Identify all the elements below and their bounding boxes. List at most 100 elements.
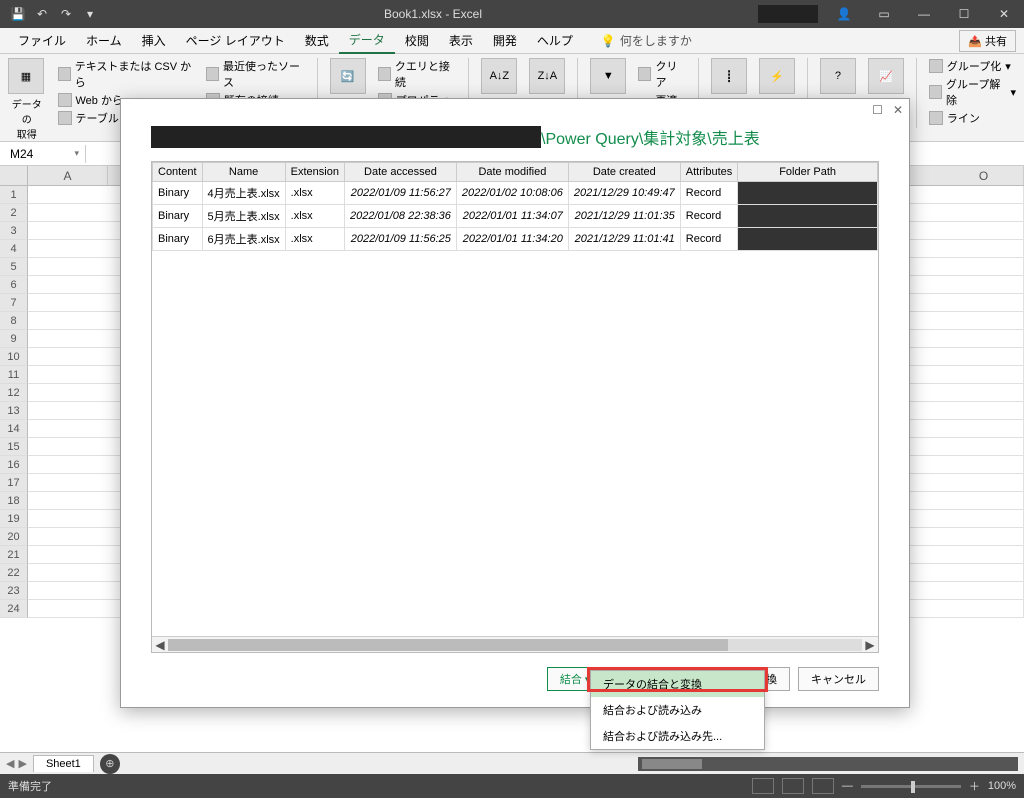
tab-data[interactable]: データ (339, 27, 395, 54)
table-header[interactable]: Extension (285, 163, 344, 182)
table-header[interactable]: Date modified (456, 163, 568, 182)
ungroup-rows[interactable]: グループ解除 ▾ (929, 76, 1016, 108)
row-header[interactable]: 7 (0, 294, 28, 312)
table-cell: 2022/01/02 10:08:06 (456, 182, 568, 205)
redacted-folder-path (738, 205, 878, 228)
row-header[interactable]: 20 (0, 528, 28, 546)
row-header[interactable]: 11 (0, 366, 28, 384)
sort-custom-icon[interactable]: Z↓A (529, 58, 565, 94)
view-layout-icon[interactable] (782, 778, 804, 794)
row-header[interactable]: 23 (0, 582, 28, 600)
redo-icon[interactable]: ↷ (56, 7, 76, 21)
what-if-icon[interactable]: ? (820, 58, 856, 94)
sort-asc-icon[interactable]: A↓Z (481, 58, 517, 94)
view-normal-icon[interactable] (752, 778, 774, 794)
name-box[interactable]: M24▾ (4, 145, 86, 163)
col-header-a[interactable]: A (28, 166, 108, 185)
row-header[interactable]: 15 (0, 438, 28, 456)
menu-combine-load-to[interactable]: 結合および読み込み先... (591, 723, 764, 749)
sheet-tab-1[interactable]: Sheet1 (33, 755, 94, 772)
row-header[interactable]: 13 (0, 402, 28, 420)
table-header[interactable]: Name (202, 163, 285, 182)
row-header[interactable]: 18 (0, 492, 28, 510)
tab-help[interactable]: ヘルプ (527, 28, 583, 53)
sheet-nav-prev[interactable]: ◀ (6, 757, 14, 770)
table-header[interactable]: Date accessed (344, 163, 456, 182)
group-rows[interactable]: グループ化 ▾ (929, 58, 1016, 74)
table-cell: .xlsx (285, 228, 344, 251)
close-icon[interactable]: ✕ (984, 0, 1024, 28)
refresh-all-icon[interactable]: 🔄 (330, 58, 366, 94)
scroll-right-icon[interactable]: ▶ (862, 638, 878, 652)
maximize-icon[interactable]: ☐ (944, 0, 984, 28)
row-header[interactable]: 17 (0, 474, 28, 492)
tab-file[interactable]: ファイル (8, 28, 76, 53)
zoom-in-icon[interactable]: ＋ (969, 778, 980, 794)
view-break-icon[interactable] (812, 778, 834, 794)
flash-fill-icon[interactable]: ⚡ (759, 58, 795, 94)
tab-layout[interactable]: ページ レイアウト (176, 28, 295, 53)
dialog-horizontal-scrollbar[interactable]: ◀ ▶ (152, 636, 878, 652)
text-to-columns-icon[interactable]: ┋ (711, 58, 747, 94)
menu-combine-load[interactable]: 結合および読み込み (591, 697, 764, 723)
cancel-button[interactable]: キャンセル (798, 667, 879, 691)
tab-dev[interactable]: 開発 (483, 28, 527, 53)
clear-filter[interactable]: クリア (638, 58, 686, 90)
table-row[interactable]: Binary6月売上表.xlsx.xlsx2022/01/09 11:56:25… (153, 228, 878, 251)
tab-formula[interactable]: 数式 (295, 28, 339, 53)
table-header[interactable]: Attributes (680, 163, 737, 182)
row-header[interactable]: 12 (0, 384, 28, 402)
share-button[interactable]: 📤 共有 (959, 30, 1016, 52)
account-icon[interactable]: 👤 (824, 0, 864, 28)
row-header[interactable]: 2 (0, 204, 28, 222)
row-header[interactable]: 19 (0, 510, 28, 528)
queries-connections[interactable]: クエリと接続 (378, 58, 457, 90)
row-header[interactable]: 6 (0, 276, 28, 294)
row-header[interactable]: 9 (0, 330, 28, 348)
row-header[interactable]: 14 (0, 420, 28, 438)
table-row[interactable]: Binary5月売上表.xlsx.xlsx2022/01/08 22:38:36… (153, 205, 878, 228)
tab-insert[interactable]: 挿入 (132, 28, 176, 53)
recent-sources[interactable]: 最近使ったソース (206, 58, 305, 90)
ribbon-display-icon[interactable]: ▭ (864, 0, 904, 28)
tab-review[interactable]: 校閲 (395, 28, 439, 53)
dialog-preview-table: ContentNameExtensionDate accessedDate mo… (151, 161, 879, 653)
sheet-nav-next[interactable]: ▶ (18, 757, 26, 770)
row-header[interactable]: 5 (0, 258, 28, 276)
tab-home[interactable]: ホーム (76, 28, 132, 53)
table-header[interactable]: Folder Path (738, 163, 878, 182)
tell-me[interactable]: 💡 何をしますか (601, 32, 692, 49)
menu-combine-transform[interactable]: データの結合と変換 (591, 671, 764, 697)
row-header[interactable]: 16 (0, 456, 28, 474)
subtotal[interactable]: ライン (929, 110, 1016, 126)
forecast-icon[interactable]: 📈 (868, 58, 904, 94)
table-row[interactable]: Binary4月売上表.xlsx.xlsx2022/01/09 11:56:27… (153, 182, 878, 205)
row-header[interactable]: 24 (0, 600, 28, 618)
row-header[interactable]: 21 (0, 546, 28, 564)
dialog-maximize-icon[interactable]: ☐ (872, 103, 883, 117)
row-header[interactable]: 4 (0, 240, 28, 258)
zoom-slider[interactable] (861, 785, 961, 788)
filter-icon[interactable]: ▼ (590, 58, 626, 94)
table-header[interactable]: Content (153, 163, 203, 182)
qat-dropdown-icon[interactable]: ▾ (80, 7, 100, 21)
row-header[interactable]: 1 (0, 186, 28, 204)
minimize-icon[interactable]: — (904, 0, 944, 28)
get-data-icon[interactable]: ▦ (8, 58, 44, 94)
tab-view[interactable]: 表示 (439, 28, 483, 53)
col-header-o[interactable]: O (944, 166, 1024, 185)
row-header[interactable]: 22 (0, 564, 28, 582)
zoom-out-icon[interactable]: — (842, 780, 853, 792)
scroll-left-icon[interactable]: ◀ (152, 638, 168, 652)
undo-icon[interactable]: ↶ (32, 7, 52, 21)
new-sheet-button[interactable]: ⊕ (100, 754, 120, 774)
row-header[interactable]: 8 (0, 312, 28, 330)
table-header[interactable]: Date created (568, 163, 680, 182)
select-all-corner[interactable] (0, 166, 28, 185)
horizontal-scrollbar[interactable] (638, 757, 1018, 771)
from-text-csv[interactable]: テキストまたは CSV から (58, 58, 194, 90)
row-header[interactable]: 3 (0, 222, 28, 240)
save-icon[interactable]: 💾 (8, 7, 28, 21)
row-header[interactable]: 10 (0, 348, 28, 366)
dialog-close-icon[interactable]: ✕ (893, 103, 903, 117)
